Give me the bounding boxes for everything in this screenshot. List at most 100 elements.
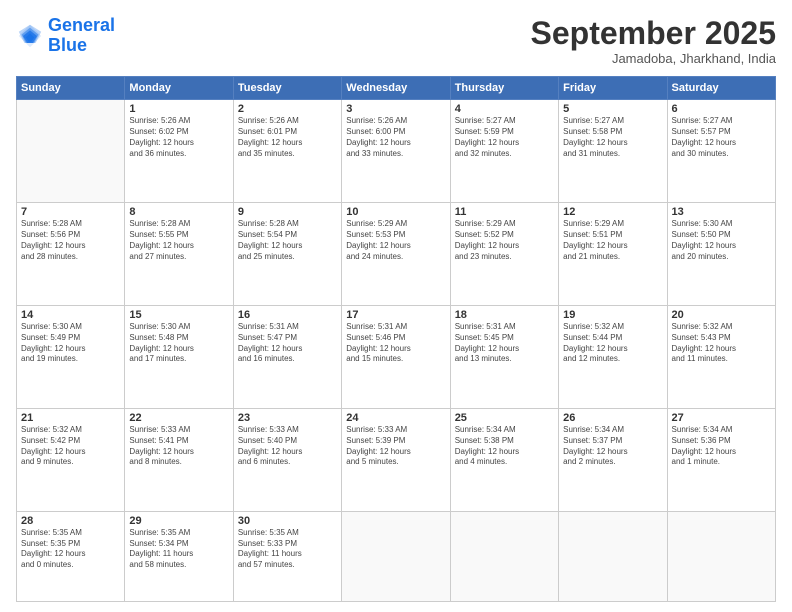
cell-info: Sunrise: 5:34 AM Sunset: 5:36 PM Dayligh… xyxy=(672,425,771,468)
calendar-cell: 1Sunrise: 5:26 AM Sunset: 6:02 PM Daylig… xyxy=(125,100,233,203)
logo: General Blue xyxy=(16,16,115,56)
calendar-cell: 6Sunrise: 5:27 AM Sunset: 5:57 PM Daylig… xyxy=(667,100,775,203)
day-number: 14 xyxy=(21,309,120,321)
day-number: 19 xyxy=(563,309,662,321)
day-number: 3 xyxy=(346,103,445,115)
day-number: 22 xyxy=(129,412,228,424)
cell-info: Sunrise: 5:26 AM Sunset: 6:02 PM Dayligh… xyxy=(129,116,228,159)
cell-info: Sunrise: 5:27 AM Sunset: 5:57 PM Dayligh… xyxy=(672,116,771,159)
calendar-cell: 3Sunrise: 5:26 AM Sunset: 6:00 PM Daylig… xyxy=(342,100,450,203)
cell-info: Sunrise: 5:34 AM Sunset: 5:37 PM Dayligh… xyxy=(563,425,662,468)
weekday-header-tuesday: Tuesday xyxy=(233,77,341,100)
calendar-cell: 9Sunrise: 5:28 AM Sunset: 5:54 PM Daylig… xyxy=(233,203,341,306)
page: General Blue September 2025 Jamadoba, Jh… xyxy=(0,0,792,612)
calendar-cell: 14Sunrise: 5:30 AM Sunset: 5:49 PM Dayli… xyxy=(17,306,125,409)
logo-text: General Blue xyxy=(48,16,115,56)
day-number: 4 xyxy=(455,103,554,115)
calendar-cell: 17Sunrise: 5:31 AM Sunset: 5:46 PM Dayli… xyxy=(342,306,450,409)
cell-info: Sunrise: 5:35 AM Sunset: 5:35 PM Dayligh… xyxy=(21,528,120,571)
cell-info: Sunrise: 5:31 AM Sunset: 5:47 PM Dayligh… xyxy=(238,322,337,365)
week-row-2: 14Sunrise: 5:30 AM Sunset: 5:49 PM Dayli… xyxy=(17,306,776,409)
cell-info: Sunrise: 5:29 AM Sunset: 5:53 PM Dayligh… xyxy=(346,219,445,262)
calendar-cell: 16Sunrise: 5:31 AM Sunset: 5:47 PM Dayli… xyxy=(233,306,341,409)
cell-info: Sunrise: 5:29 AM Sunset: 5:52 PM Dayligh… xyxy=(455,219,554,262)
calendar-cell: 27Sunrise: 5:34 AM Sunset: 5:36 PM Dayli… xyxy=(667,408,775,511)
cell-info: Sunrise: 5:30 AM Sunset: 5:49 PM Dayligh… xyxy=(21,322,120,365)
week-row-3: 21Sunrise: 5:32 AM Sunset: 5:42 PM Dayli… xyxy=(17,408,776,511)
day-number: 13 xyxy=(672,206,771,218)
calendar-cell xyxy=(667,511,775,601)
day-number: 5 xyxy=(563,103,662,115)
calendar-cell: 7Sunrise: 5:28 AM Sunset: 5:56 PM Daylig… xyxy=(17,203,125,306)
calendar-cell: 18Sunrise: 5:31 AM Sunset: 5:45 PM Dayli… xyxy=(450,306,558,409)
cell-info: Sunrise: 5:31 AM Sunset: 5:46 PM Dayligh… xyxy=(346,322,445,365)
calendar-cell: 20Sunrise: 5:32 AM Sunset: 5:43 PM Dayli… xyxy=(667,306,775,409)
day-number: 8 xyxy=(129,206,228,218)
calendar-cell: 30Sunrise: 5:35 AM Sunset: 5:33 PM Dayli… xyxy=(233,511,341,601)
day-number: 25 xyxy=(455,412,554,424)
day-number: 6 xyxy=(672,103,771,115)
location: Jamadoba, Jharkhand, India xyxy=(531,51,776,66)
calendar-cell: 12Sunrise: 5:29 AM Sunset: 5:51 PM Dayli… xyxy=(559,203,667,306)
calendar-cell: 2Sunrise: 5:26 AM Sunset: 6:01 PM Daylig… xyxy=(233,100,341,203)
calendar-cell: 28Sunrise: 5:35 AM Sunset: 5:35 PM Dayli… xyxy=(17,511,125,601)
calendar-cell: 8Sunrise: 5:28 AM Sunset: 5:55 PM Daylig… xyxy=(125,203,233,306)
calendar-cell: 24Sunrise: 5:33 AM Sunset: 5:39 PM Dayli… xyxy=(342,408,450,511)
day-number: 17 xyxy=(346,309,445,321)
header: General Blue September 2025 Jamadoba, Jh… xyxy=(16,16,776,66)
weekday-header-saturday: Saturday xyxy=(667,77,775,100)
week-row-0: 1Sunrise: 5:26 AM Sunset: 6:02 PM Daylig… xyxy=(17,100,776,203)
cell-info: Sunrise: 5:34 AM Sunset: 5:38 PM Dayligh… xyxy=(455,425,554,468)
cell-info: Sunrise: 5:30 AM Sunset: 5:50 PM Dayligh… xyxy=(672,219,771,262)
weekday-header-sunday: Sunday xyxy=(17,77,125,100)
cell-info: Sunrise: 5:27 AM Sunset: 5:58 PM Dayligh… xyxy=(563,116,662,159)
calendar-cell: 13Sunrise: 5:30 AM Sunset: 5:50 PM Dayli… xyxy=(667,203,775,306)
calendar-cell xyxy=(559,511,667,601)
day-number: 26 xyxy=(563,412,662,424)
cell-info: Sunrise: 5:26 AM Sunset: 6:01 PM Dayligh… xyxy=(238,116,337,159)
day-number: 7 xyxy=(21,206,120,218)
day-number: 20 xyxy=(672,309,771,321)
cell-info: Sunrise: 5:33 AM Sunset: 5:40 PM Dayligh… xyxy=(238,425,337,468)
calendar-cell xyxy=(342,511,450,601)
calendar-cell: 23Sunrise: 5:33 AM Sunset: 5:40 PM Dayli… xyxy=(233,408,341,511)
cell-info: Sunrise: 5:35 AM Sunset: 5:33 PM Dayligh… xyxy=(238,528,337,571)
day-number: 27 xyxy=(672,412,771,424)
calendar-cell: 26Sunrise: 5:34 AM Sunset: 5:37 PM Dayli… xyxy=(559,408,667,511)
calendar-cell: 10Sunrise: 5:29 AM Sunset: 5:53 PM Dayli… xyxy=(342,203,450,306)
day-number: 15 xyxy=(129,309,228,321)
day-number: 21 xyxy=(21,412,120,424)
calendar-cell: 15Sunrise: 5:30 AM Sunset: 5:48 PM Dayli… xyxy=(125,306,233,409)
calendar-cell: 5Sunrise: 5:27 AM Sunset: 5:58 PM Daylig… xyxy=(559,100,667,203)
weekday-header-row: SundayMondayTuesdayWednesdayThursdayFrid… xyxy=(17,77,776,100)
calendar-cell: 29Sunrise: 5:35 AM Sunset: 5:34 PM Dayli… xyxy=(125,511,233,601)
calendar-cell: 4Sunrise: 5:27 AM Sunset: 5:59 PM Daylig… xyxy=(450,100,558,203)
weekday-header-thursday: Thursday xyxy=(450,77,558,100)
calendar-cell: 22Sunrise: 5:33 AM Sunset: 5:41 PM Dayli… xyxy=(125,408,233,511)
weekday-header-wednesday: Wednesday xyxy=(342,77,450,100)
weekday-header-monday: Monday xyxy=(125,77,233,100)
cell-info: Sunrise: 5:32 AM Sunset: 5:44 PM Dayligh… xyxy=(563,322,662,365)
day-number: 1 xyxy=(129,103,228,115)
logo-line1: General xyxy=(48,15,115,35)
calendar-cell xyxy=(17,100,125,203)
cell-info: Sunrise: 5:29 AM Sunset: 5:51 PM Dayligh… xyxy=(563,219,662,262)
day-number: 11 xyxy=(455,206,554,218)
cell-info: Sunrise: 5:27 AM Sunset: 5:59 PM Dayligh… xyxy=(455,116,554,159)
cell-info: Sunrise: 5:28 AM Sunset: 5:55 PM Dayligh… xyxy=(129,219,228,262)
calendar-cell: 21Sunrise: 5:32 AM Sunset: 5:42 PM Dayli… xyxy=(17,408,125,511)
cell-info: Sunrise: 5:32 AM Sunset: 5:43 PM Dayligh… xyxy=(672,322,771,365)
logo-icon xyxy=(16,22,44,50)
cell-info: Sunrise: 5:28 AM Sunset: 5:54 PM Dayligh… xyxy=(238,219,337,262)
weekday-header-friday: Friday xyxy=(559,77,667,100)
day-number: 30 xyxy=(238,515,337,527)
day-number: 16 xyxy=(238,309,337,321)
week-row-1: 7Sunrise: 5:28 AM Sunset: 5:56 PM Daylig… xyxy=(17,203,776,306)
day-number: 28 xyxy=(21,515,120,527)
logo-line2: Blue xyxy=(48,35,87,55)
cell-info: Sunrise: 5:26 AM Sunset: 6:00 PM Dayligh… xyxy=(346,116,445,159)
day-number: 12 xyxy=(563,206,662,218)
cell-info: Sunrise: 5:28 AM Sunset: 5:56 PM Dayligh… xyxy=(21,219,120,262)
week-row-4: 28Sunrise: 5:35 AM Sunset: 5:35 PM Dayli… xyxy=(17,511,776,601)
calendar-cell: 11Sunrise: 5:29 AM Sunset: 5:52 PM Dayli… xyxy=(450,203,558,306)
